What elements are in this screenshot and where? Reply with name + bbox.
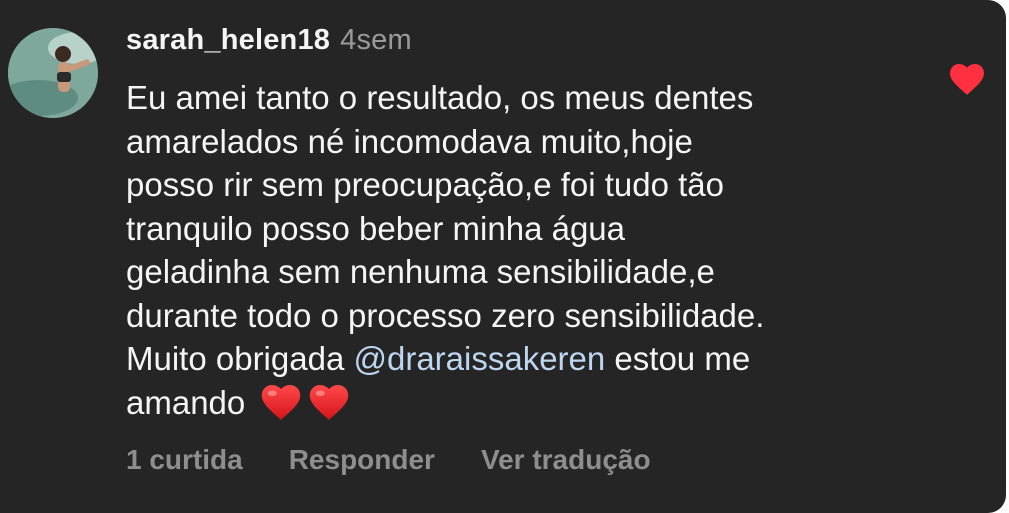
comment-line-7-suffix: estou me — [605, 340, 751, 377]
reply-button[interactable]: Responder — [289, 444, 435, 475]
likes-count-button[interactable]: 1 curtida — [126, 444, 243, 475]
comment-text: Eu amei tanto o resultado, os meus dente… — [126, 76, 916, 424]
comment-line-8: amando — [126, 381, 916, 425]
comment-line-6: durante todo o processo zero sensibilida… — [126, 296, 765, 334]
comment-line-8-text: amando — [126, 383, 246, 421]
avatar[interactable] — [8, 28, 98, 118]
comment-line-1: Eu amei tanto o resultado, os meus dente… — [126, 79, 754, 116]
comment-line-4: tranquilo posso beber minha água — [126, 209, 626, 247]
see-translation-button[interactable]: Ver tradução — [481, 444, 651, 475]
username[interactable]: sarah_helen18 — [126, 24, 330, 56]
comment-card: sarah_helen18 4sem Eu amei tanto o result… — [0, 0, 1006, 513]
red-heart-emoji-icon — [262, 384, 301, 420]
comment-line-5: geladinha sem nenhuma sensibilidade,e — [126, 253, 715, 290]
comment-line-7-prefix: Muito obrigada — [126, 340, 354, 377]
comment-line-3: posso rir sem preocupação,e foi tudo tão — [126, 166, 725, 203]
comment-line-7: Muito obrigada @draraissakeren estou me — [126, 337, 916, 381]
comment-line-2: amarelados né incomodava muito,hoje — [126, 122, 693, 160]
mention-link[interactable]: @draraissakeren — [353, 340, 605, 377]
comment-actions: 1 curtida Responder Ver tradução — [126, 444, 697, 476]
timestamp: 4sem — [340, 24, 412, 56]
avatar-photo — [8, 28, 98, 118]
red-heart-emoji-icon — [310, 384, 349, 420]
comment-header: sarah_helen18 4sem — [126, 24, 412, 57]
like-heart-icon[interactable] — [948, 62, 986, 96]
